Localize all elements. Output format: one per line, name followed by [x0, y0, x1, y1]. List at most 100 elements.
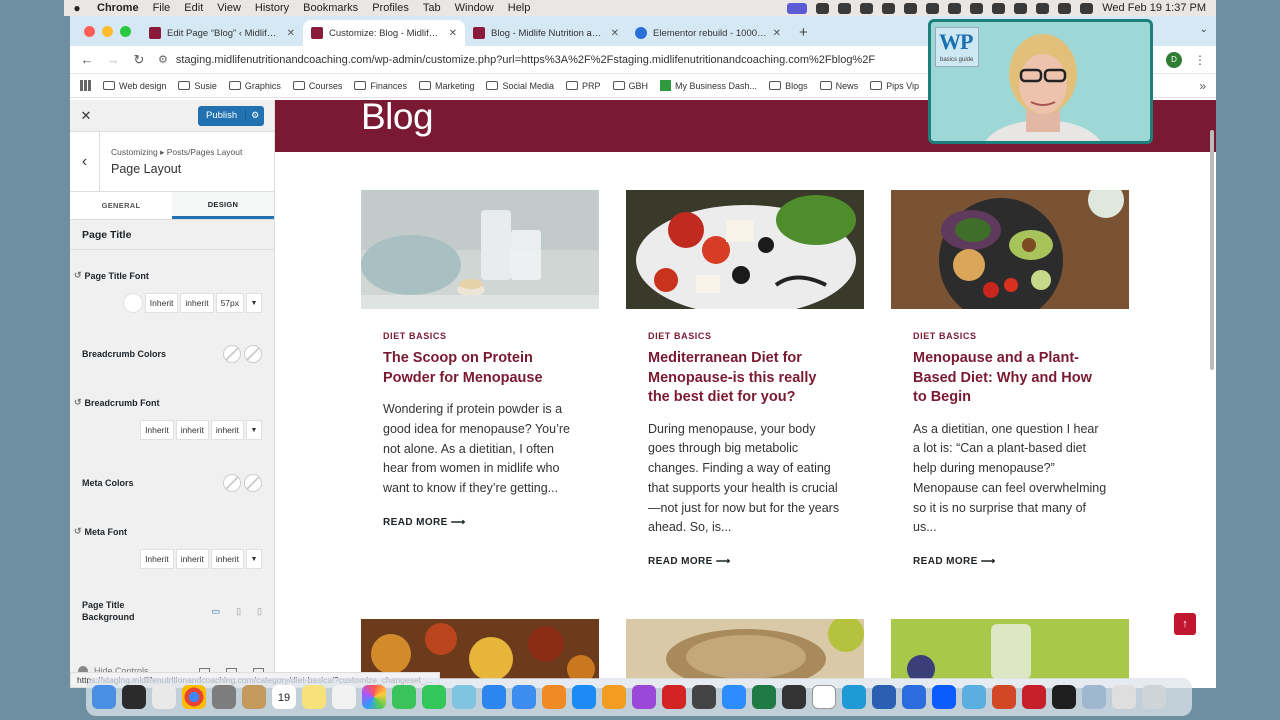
bookmark-pips-vip[interactable]: Pips Vip	[870, 81, 919, 91]
reset-icon[interactable]: ↺	[74, 397, 82, 408]
screen-record-icon[interactable]	[787, 2, 808, 14]
sublime-icon[interactable]	[692, 685, 716, 709]
font-family-select[interactable]: Inherit	[140, 420, 174, 440]
tablet-icon[interactable]: ▯	[236, 606, 241, 617]
zoom-app-icon[interactable]	[932, 685, 956, 709]
word-icon[interactable]	[872, 685, 896, 709]
back-arrow-icon[interactable]: ←	[80, 52, 94, 67]
finder-icon[interactable]	[92, 685, 116, 709]
zoom-icon[interactable]	[902, 685, 926, 709]
breadcrumb-color-swatch[interactable]	[223, 345, 241, 363]
read-more-link[interactable]: READ MORE ⟶	[383, 517, 577, 528]
menu-app-chrome[interactable]: Chrome	[90, 2, 146, 14]
tab-edit-page[interactable]: Edit Page “Blog” ‹ Midlife Nu ✕	[141, 20, 303, 46]
apps-icon[interactable]	[152, 685, 176, 709]
chrome-icon[interactable]	[182, 685, 206, 709]
tab-design[interactable]: DESIGN	[172, 192, 274, 219]
post-thumbnail-protein[interactable]	[361, 190, 599, 309]
excel-icon[interactable]	[752, 685, 776, 709]
back-to-top-button[interactable]: ↑	[1174, 613, 1196, 635]
new-tab-button[interactable]: +	[789, 20, 818, 46]
appstore-icon[interactable]	[572, 685, 596, 709]
search-icon[interactable]	[1036, 2, 1050, 14]
finder-window-icon[interactable]	[1112, 685, 1136, 709]
bookmark-susie[interactable]: Susie	[178, 81, 217, 91]
siri-icon[interactable]	[1080, 2, 1094, 14]
calendar-icon[interactable]: 19	[272, 685, 296, 709]
menu-tab[interactable]: Tab	[416, 2, 448, 14]
bookmark-news[interactable]: News	[819, 81, 858, 91]
tab-customize[interactable]: Customize: Blog - Midlife Nut ✕	[303, 20, 465, 46]
minimize-window-icon[interactable]	[102, 25, 113, 37]
menu-profiles[interactable]: Profiles	[365, 2, 416, 14]
close-tab-icon[interactable]: ✕	[287, 28, 295, 39]
desktop-icon[interactable]: ▭	[212, 606, 221, 617]
font-size-input[interactable]: 57px	[215, 293, 244, 313]
post-thumbnail-bottles[interactable]	[891, 619, 1129, 679]
trash-icon[interactable]	[1142, 685, 1166, 709]
preview-icon[interactable]	[1082, 685, 1106, 709]
post-thumbnail-mediterranean[interactable]	[626, 190, 864, 309]
menu-window[interactable]: Window	[448, 2, 501, 14]
read-more-link[interactable]: READ MORE ⟶	[913, 556, 1107, 567]
mobile-icon[interactable]: ▯	[257, 606, 262, 617]
font-weight-select[interactable]: inherit	[180, 293, 214, 313]
menu-view[interactable]: View	[210, 2, 248, 14]
bookmark-marketing[interactable]: Marketing	[418, 81, 474, 91]
post-thumbnail-plant-based[interactable]	[891, 190, 1129, 309]
bookmark-graphics[interactable]: Graphics	[228, 81, 281, 91]
bookmark-business-dash[interactable]: My Business Dash...	[660, 80, 757, 91]
bookmark-blogs[interactable]: Blogs	[769, 81, 808, 91]
reset-icon[interactable]: ↺	[74, 526, 82, 537]
font-size-input[interactable]: inherit	[210, 420, 244, 440]
tab-elementor[interactable]: Elementor rebuild - 1000 × 3 ✕	[627, 20, 789, 46]
reload-icon[interactable]: ↻	[132, 52, 146, 68]
post-title[interactable]: Menopause and a Plant-Based Diet: Why an…	[913, 349, 1107, 408]
font-family-select[interactable]: Inherit	[144, 293, 179, 313]
menu-edit[interactable]: Edit	[177, 2, 210, 14]
tab-search-chevron-icon[interactable]: ⌄	[1200, 24, 1208, 35]
maximize-window-icon[interactable]	[120, 25, 131, 37]
font-options-dropdown-icon[interactable]: ▼	[246, 293, 262, 313]
close-tab-icon[interactable]: ✕	[773, 28, 781, 39]
safari-icon[interactable]	[722, 685, 746, 709]
meta-color-swatch[interactable]	[223, 474, 241, 492]
pages-icon[interactable]	[602, 685, 626, 709]
dropbox-icon[interactable]	[926, 2, 940, 14]
textedit-icon[interactable]	[332, 685, 356, 709]
clock[interactable]: Wed Feb 19 1:37 PM	[1102, 2, 1206, 14]
post-thumbnail-spices[interactable]	[361, 619, 599, 679]
cloud-icon[interactable]	[882, 2, 896, 14]
forward-arrow-icon[interactable]: →	[106, 52, 120, 67]
post-title[interactable]: The Scoop on Protein Powder for Menopaus…	[383, 349, 577, 388]
battery-icon[interactable]	[992, 2, 1006, 14]
photos-icon[interactable]	[362, 685, 386, 709]
maps-icon[interactable]	[452, 685, 476, 709]
notion-icon[interactable]	[812, 685, 836, 709]
close-window-icon[interactable]	[84, 25, 95, 37]
font-family-select[interactable]: Inherit	[140, 549, 174, 569]
meta-link-color-swatch[interactable]	[244, 474, 262, 492]
font-weight-select[interactable]: inherit	[175, 549, 209, 569]
bookmark-finances[interactable]: Finances	[354, 81, 407, 91]
profile-avatar[interactable]: D	[1166, 51, 1182, 68]
post-title[interactable]: Mediterranean Diet for Menopause-is this…	[648, 349, 842, 408]
menu-history[interactable]: History	[248, 2, 296, 14]
post-category[interactable]: DIET BASICS	[383, 331, 577, 341]
quicktime-icon[interactable]	[782, 685, 806, 709]
font-options-dropdown-icon[interactable]: ▼	[246, 549, 262, 569]
font-size-input[interactable]: inherit	[210, 549, 244, 569]
apps-launcher[interactable]	[80, 80, 91, 91]
post-thumbnail-grains[interactable]	[626, 619, 864, 679]
terminal-icon[interactable]	[1052, 685, 1076, 709]
tab-blog[interactable]: Blog - Midlife Nutrition and C ✕	[465, 20, 627, 46]
post-category[interactable]: DIET BASICS	[913, 331, 1107, 341]
mail-icon[interactable]	[512, 685, 536, 709]
bookmark-social-media[interactable]: Social Media	[486, 81, 554, 91]
klack-icon[interactable]	[962, 685, 986, 709]
publish-button[interactable]: Publish ⚙	[198, 105, 265, 126]
breadcrumb-hover-color-swatch[interactable]	[244, 345, 262, 363]
bookmark-web-design[interactable]: Web design	[103, 81, 166, 91]
facetime-icon[interactable]	[392, 685, 416, 709]
close-tab-icon[interactable]: ✕	[611, 28, 619, 39]
